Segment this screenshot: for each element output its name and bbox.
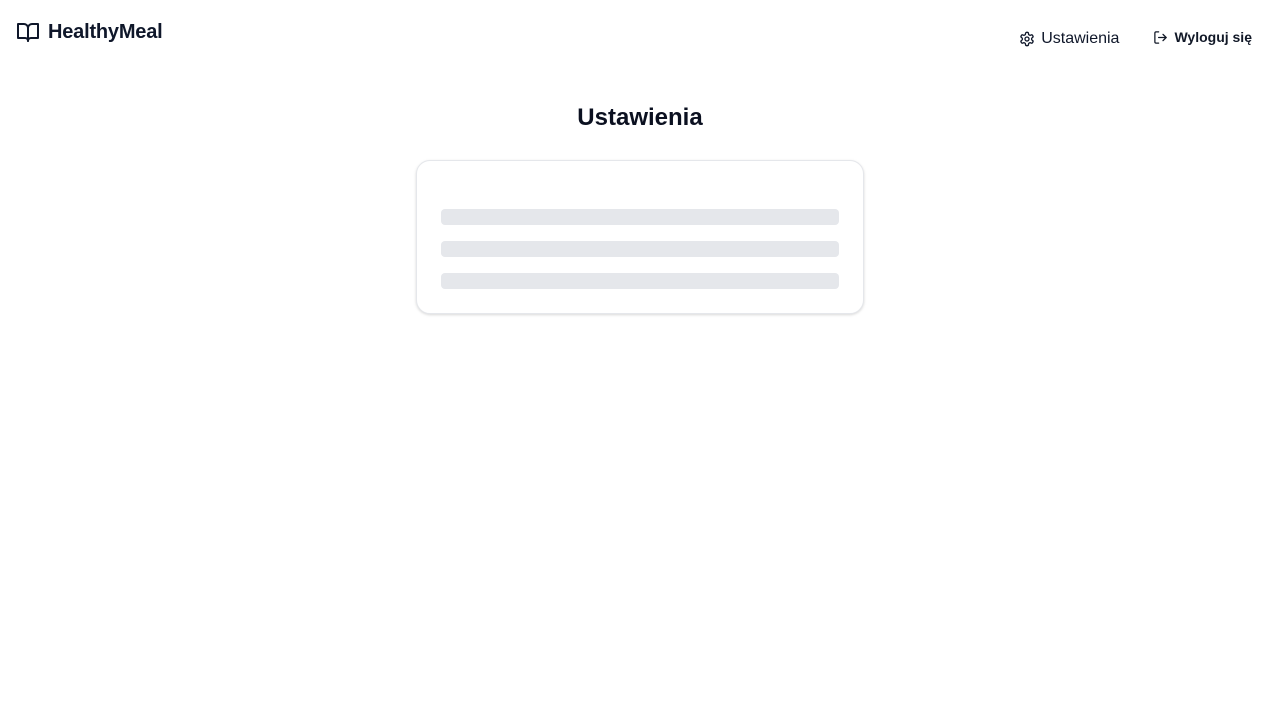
settings-card [416, 160, 864, 314]
book-open-icon [16, 20, 40, 44]
loading-skeleton-row [441, 209, 839, 225]
loading-skeleton-row [441, 241, 839, 257]
logout-label: Wyloguj się [1174, 29, 1252, 45]
brand-link[interactable]: HealthyMeal [16, 20, 163, 44]
user-nav: Ustawienia Wyloguj się [1007, 16, 1264, 58]
top-nav: HealthyMeal Ustawienia Wyloguj się [0, 0, 1280, 68]
settings-button[interactable]: Ustawienia [1007, 20, 1131, 58]
settings-label: Ustawienia [1041, 30, 1120, 47]
logout-button[interactable]: Wyloguj się [1141, 18, 1264, 56]
brand-name: HealthyMeal [48, 20, 163, 43]
page-title: Ustawienia [577, 104, 703, 131]
logout-icon [1153, 30, 1168, 45]
loading-skeleton-row [441, 273, 839, 289]
gear-icon [1019, 31, 1035, 47]
